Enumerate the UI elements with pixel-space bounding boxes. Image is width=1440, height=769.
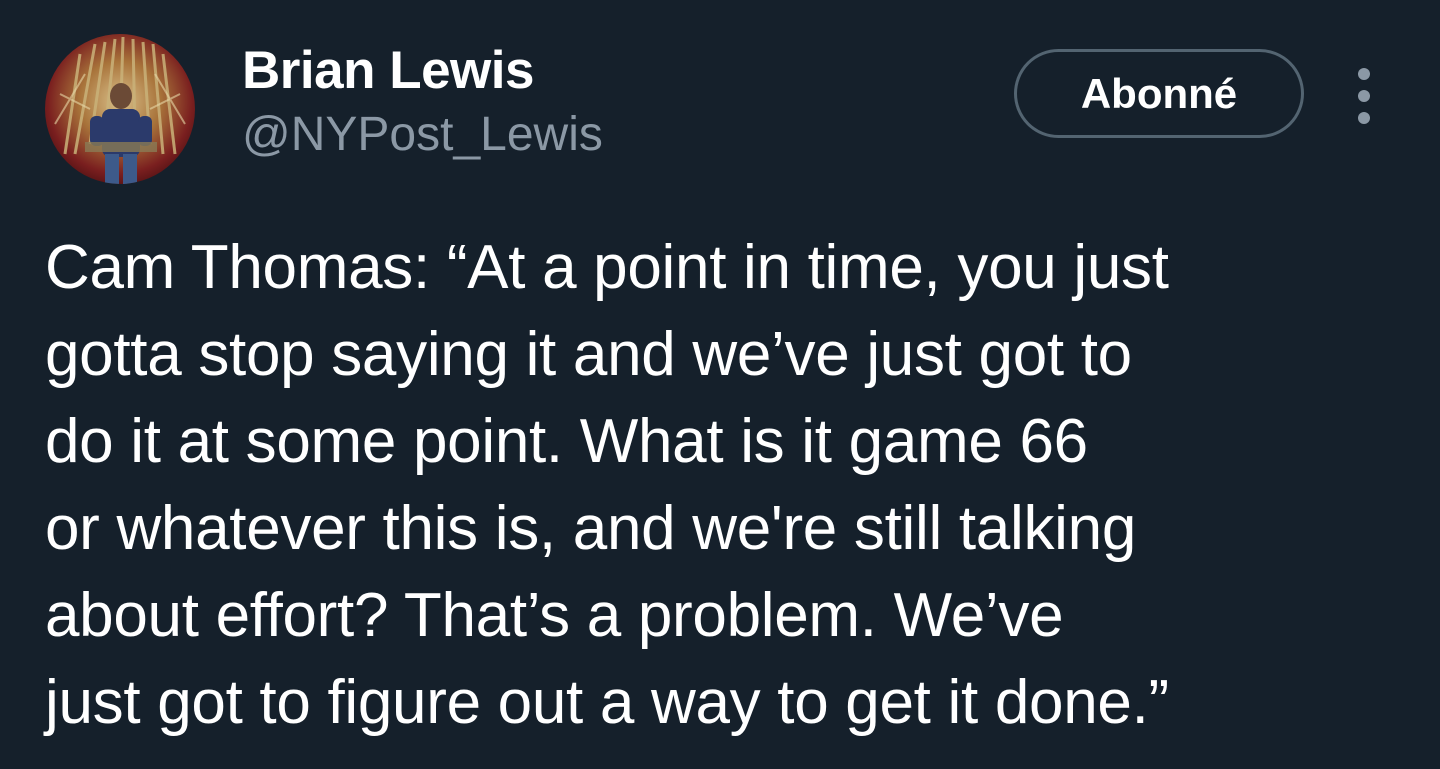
avatar-image <box>45 34 195 184</box>
tweet-text-line: just got to figure out a way to get it d… <box>45 668 1169 737</box>
tweet-text-line: do it at some point. What is it game 66 <box>45 407 1088 476</box>
more-dot <box>1358 90 1370 102</box>
tweet-text-line: about effort? That’s a problem. We’ve <box>45 581 1064 650</box>
tweet-text: Cam Thomas: “At a point in time, you jus… <box>45 224 1405 746</box>
following-button[interactable]: Abonné <box>1014 49 1304 138</box>
tweet-text-line: or whatever this is, and we're still tal… <box>45 494 1136 563</box>
more-dot <box>1358 112 1370 124</box>
tweet-card: Brian Lewis @NYPost_Lewis Abonné Cam Tho… <box>0 0 1440 769</box>
more-dot <box>1358 68 1370 80</box>
author-display-name[interactable]: Brian Lewis <box>242 40 603 102</box>
author-handle[interactable]: @NYPost_Lewis <box>242 106 603 164</box>
tweet-text-line: Cam Thomas: “At a point in time, you jus… <box>45 233 1169 302</box>
more-vertical-icon[interactable] <box>1346 68 1382 124</box>
author-info: Brian Lewis @NYPost_Lewis <box>242 40 603 164</box>
tweet-text-line: gotta stop saying it and we’ve just got … <box>45 320 1132 389</box>
author-avatar[interactable] <box>45 34 195 184</box>
